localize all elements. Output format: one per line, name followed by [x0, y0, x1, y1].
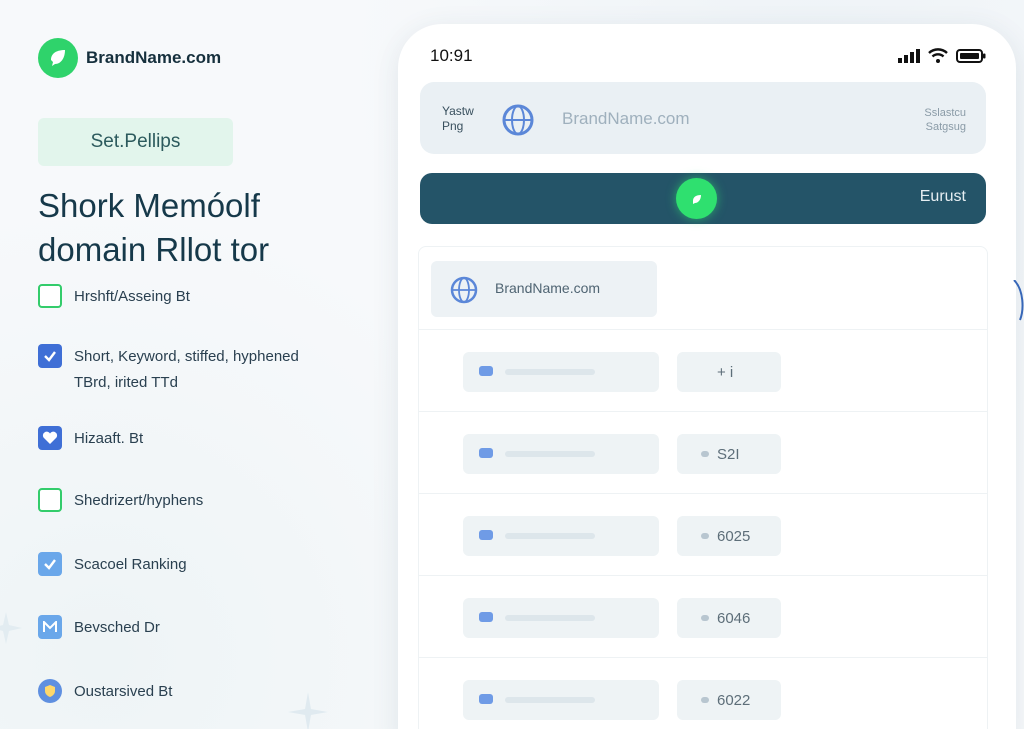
phone-mockup: 10:91 Yastw Png BrandName.com Sslastcu S… [398, 24, 1016, 729]
row-value: 6025 [717, 528, 751, 545]
search-left-line-2: Png [442, 119, 464, 133]
headline-line-1: Shork Memóolf [38, 187, 260, 224]
table-row[interactable]: + i [419, 329, 987, 411]
feature-label: Hizaaft. Bt [74, 430, 144, 447]
tag-pill[interactable]: Set.Pellips [38, 118, 233, 166]
feature-item[interactable]: Oustarsived Bt [38, 679, 172, 705]
page-title: Shork Memóolf domain Rllot tor [38, 184, 368, 272]
status-time: 10:91 [430, 46, 473, 65]
checkbox-checked-icon[interactable] [38, 344, 62, 368]
leaf-icon [38, 38, 78, 78]
domain-name-placeholder [463, 434, 659, 474]
results-header[interactable]: BrandName.com [431, 261, 657, 317]
action-bar[interactable]: Eurust [420, 173, 986, 224]
domain-name-placeholder [463, 352, 659, 392]
headline-line-2: domain Rllot tor [38, 231, 270, 268]
feature-label: Oustarsived Bt [74, 683, 173, 700]
table-row[interactable]: S2I [419, 411, 987, 493]
feature-label: Shedrizert/hyphens [74, 492, 204, 509]
row-value: S2I [717, 446, 740, 463]
feature-label-line-2: TBrd, irited TTd [74, 374, 178, 391]
shield-icon [38, 679, 62, 703]
results-header-label: BrandName.com [495, 280, 601, 296]
battery-icon [956, 48, 986, 63]
text-placeholder [505, 615, 595, 621]
domain-value: 6025 [677, 516, 781, 556]
search-input-value[interactable]: BrandName.com [562, 109, 690, 129]
feature-label-line-1: Short, Keyword, stiffed, hyphened [74, 348, 299, 365]
domain-name-placeholder [463, 680, 659, 720]
feature-label: Short, Keyword, stiffed, hyphened TBrd, … [74, 344, 299, 396]
status-bar: 10:91 [430, 46, 986, 70]
status-icons [898, 48, 986, 63]
sparkle-icon [288, 692, 328, 729]
domain-value: 6046 [677, 598, 781, 638]
checkbox-empty-icon[interactable] [38, 488, 62, 512]
text-placeholder [505, 533, 595, 539]
table-row[interactable]: 6046 [419, 575, 987, 657]
domain-icon [479, 448, 493, 458]
domain-value: + i [677, 352, 781, 392]
bullet-icon [701, 615, 709, 621]
checkbox-empty-icon[interactable] [38, 284, 62, 308]
table-row[interactable]: 6022 [419, 657, 987, 729]
search-right-line-2: Satgsug [925, 121, 966, 133]
action-button-label[interactable]: Eurust [920, 188, 966, 206]
search-left-label: Yastw Png [442, 104, 474, 134]
decorative-curve [1013, 280, 1024, 321]
globe-icon [450, 276, 478, 304]
bullet-icon [701, 533, 709, 539]
brand-name: BrandName.com [86, 48, 222, 67]
checkbox-checked-icon[interactable] [38, 552, 62, 576]
feature-item[interactable]: Scacoel Ranking [38, 552, 187, 578]
results-panel: BrandName.com + i S2I 6025 6046 6022 [418, 246, 988, 729]
brand-header[interactable]: BrandName.com [38, 38, 221, 78]
bullet-icon [701, 697, 709, 703]
search-right-line-1: Sslastcu [924, 107, 966, 119]
feature-label: Hrshft/Asseing Bt [74, 288, 190, 305]
text-placeholder [505, 369, 595, 375]
domain-search-bar[interactable]: Yastw Png BrandName.com Sslastcu Satgsug [420, 82, 986, 154]
wifi-icon [928, 48, 948, 63]
domain-icon [479, 530, 493, 540]
row-value: 6022 [717, 692, 751, 709]
feature-item[interactable]: Hrshft/Asseing Bt [38, 284, 190, 310]
bullet-icon [701, 451, 709, 457]
row-value: 6046 [717, 610, 751, 627]
domain-icon [479, 612, 493, 622]
sparkle-icon [0, 612, 22, 644]
leaf-icon[interactable] [676, 178, 717, 219]
signal-icon [898, 48, 920, 63]
domain-name-placeholder [463, 516, 659, 556]
m-badge-icon [38, 615, 62, 639]
feature-label: Scacoel Ranking [74, 556, 187, 573]
feature-item[interactable]: Bevsched Dr [38, 615, 160, 641]
domain-icon [479, 694, 493, 704]
feature-item[interactable]: Shedrizert/hyphens [38, 488, 203, 514]
domain-icon [479, 366, 493, 376]
search-left-line-1: Yastw [442, 104, 474, 118]
globe-icon [502, 104, 534, 136]
feature-label: Bevsched Dr [74, 619, 160, 636]
domain-value: 6022 [677, 680, 781, 720]
text-placeholder [505, 697, 595, 703]
feature-item[interactable]: Hizaaft. Bt [38, 426, 143, 452]
row-value: + i [717, 364, 734, 381]
text-placeholder [505, 451, 595, 457]
search-right-label: Sslastcu Satgsug [924, 106, 966, 134]
domain-value: S2I [677, 434, 781, 474]
heart-icon [38, 426, 62, 450]
feature-item[interactable]: Short, Keyword, stiffed, hyphened TBrd, … [38, 344, 299, 396]
domain-name-placeholder [463, 598, 659, 638]
table-row[interactable]: 6025 [419, 493, 987, 575]
